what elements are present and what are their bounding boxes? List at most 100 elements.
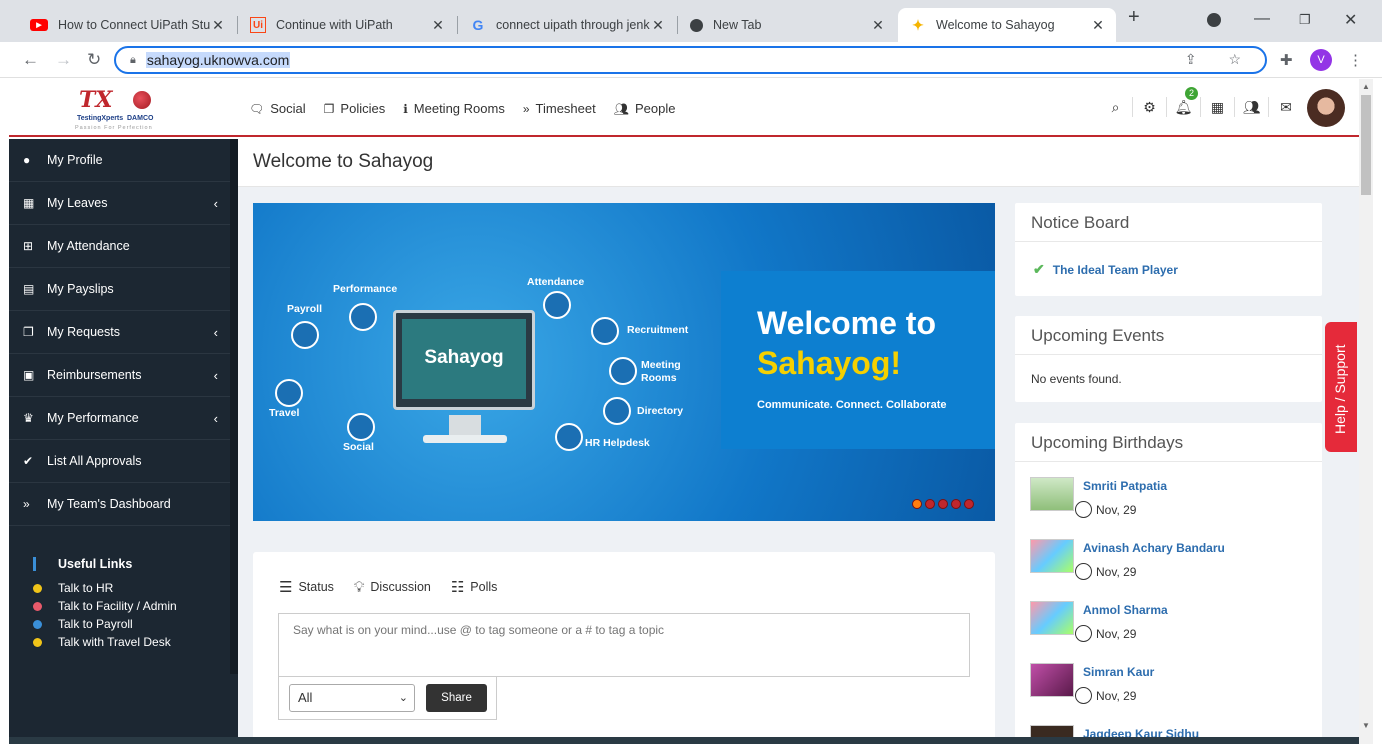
status-input[interactable] bbox=[278, 613, 970, 677]
address-bar[interactable]: 🔒︎ sahayog.uknowva.com ⇪ ☆ bbox=[114, 46, 1267, 74]
scroll-thumb[interactable] bbox=[1361, 95, 1371, 195]
users-icon: 👥︎ bbox=[613, 102, 629, 116]
top-nav: 🗨︎ Social ❐ Policies ℹ︎ Meeting Rooms » Time… bbox=[249, 101, 675, 116]
audience-value: All bbox=[298, 690, 313, 705]
notice-item[interactable]: ✔ The Ideal Team Player bbox=[1033, 261, 1178, 278]
settings-icon[interactable]: ⚙ bbox=[1133, 97, 1167, 117]
person-name[interactable]: Smriti Patpatia bbox=[1083, 479, 1167, 493]
sidebar-item-my-requests[interactable]: ❐ My Requests ‹ bbox=[9, 311, 238, 354]
useful-link-label[interactable]: Talk to HR bbox=[58, 581, 113, 595]
sidebar-item-my-performance[interactable]: ♛ My Performance ‹ bbox=[9, 397, 238, 440]
sidebar-item-my-payslips[interactable]: ▤ My Payslips bbox=[9, 268, 238, 311]
browser-tab[interactable]: ▶ How to Connect UiPath Studi ✕ bbox=[18, 8, 236, 42]
close-icon[interactable]: ✕ bbox=[210, 17, 226, 34]
node-label: Travel bbox=[269, 407, 300, 419]
browser-tab[interactable]: G connect uipath through jenki ✕ bbox=[458, 8, 676, 42]
tab-polls[interactable]: ☷ Polls bbox=[451, 578, 498, 596]
useful-link-label[interactable]: Talk to Facility / Admin bbox=[58, 599, 177, 613]
clock-icon bbox=[1075, 563, 1092, 580]
person-name[interactable]: Avinash Achary Bandaru bbox=[1083, 541, 1225, 555]
mail-icon[interactable]: ✉ bbox=[1269, 97, 1303, 117]
scroll-down-icon[interactable]: ▼ bbox=[1362, 721, 1370, 730]
nav-timesheet[interactable]: » Timesheet bbox=[523, 101, 596, 116]
sidebar-item-my-profile[interactable]: ● My Profile bbox=[9, 139, 238, 182]
forward-icon[interactable]: → bbox=[55, 50, 72, 70]
nav-people[interactable]: 👥︎ People bbox=[614, 101, 676, 116]
search-icon[interactable]: ⌕ bbox=[1099, 97, 1133, 117]
person-name[interactable]: Simran Kaur bbox=[1083, 665, 1154, 679]
new-tab-icon[interactable]: + bbox=[1128, 6, 1140, 29]
reload-icon[interactable]: ↻ bbox=[87, 50, 101, 70]
close-icon[interactable]: ✕ bbox=[430, 17, 446, 34]
extensions-icon[interactable]: ✚ bbox=[1280, 51, 1293, 69]
company-logo[interactable]: TX TestingXperts DAMCO Passion For Perfe… bbox=[75, 85, 175, 131]
close-icon[interactable]: ✕ bbox=[870, 17, 886, 34]
close-icon[interactable]: ✕ bbox=[650, 17, 666, 34]
check-icon: ✔ bbox=[23, 454, 34, 468]
money-icon: ▣ bbox=[23, 368, 35, 382]
useful-link[interactable]: Talk to Payroll bbox=[33, 615, 177, 633]
node-label: Performance bbox=[333, 283, 398, 295]
tab-status[interactable]: ☰ Status bbox=[279, 578, 334, 596]
users-icon[interactable]: 👥︎ bbox=[1235, 97, 1269, 117]
user-avatar[interactable] bbox=[1307, 89, 1345, 127]
carousel-dot[interactable] bbox=[964, 499, 974, 509]
profile-avatar[interactable]: V bbox=[1310, 49, 1332, 71]
page-title: Welcome to Sahayog bbox=[253, 151, 434, 172]
youtube-icon: ▶ bbox=[30, 19, 48, 31]
notice-label[interactable]: The Ideal Team Player bbox=[1053, 263, 1178, 277]
info-icon: ℹ︎ bbox=[403, 102, 408, 116]
close-icon[interactable]: ✕ bbox=[1090, 17, 1106, 34]
trophy-icon: ♛ bbox=[23, 411, 34, 425]
share-button[interactable]: Share bbox=[426, 684, 487, 712]
taskbar-edge bbox=[9, 737, 1359, 744]
carousel-dot[interactable] bbox=[925, 499, 935, 509]
chevron-left-icon: ‹ bbox=[213, 195, 218, 211]
url-text[interactable]: sahayog.uknowva.com bbox=[145, 52, 291, 68]
back-icon[interactable]: ← bbox=[22, 50, 39, 70]
help-support-tab[interactable]: Help / Support bbox=[1325, 322, 1357, 452]
clock-icon bbox=[1075, 687, 1092, 704]
menu-dots-icon[interactable]: ⋮ bbox=[1348, 51, 1363, 69]
social-node-icon bbox=[347, 413, 375, 441]
audience-select[interactable]: All ⌄ bbox=[289, 684, 415, 712]
clock-icon bbox=[1075, 625, 1092, 642]
sidebar-item-my-attendance[interactable]: ⊞ My Attendance bbox=[9, 225, 238, 268]
sidebar-item-list-all-approvals[interactable]: ✔ List All Approvals bbox=[9, 440, 238, 483]
nav-meeting-rooms[interactable]: ℹ︎ Meeting Rooms bbox=[403, 101, 505, 116]
person-name[interactable]: Anmol Sharma bbox=[1083, 603, 1168, 617]
carousel-dot[interactable] bbox=[912, 499, 922, 509]
tab-search-icon[interactable] bbox=[1207, 13, 1221, 27]
share-icon[interactable]: ⇪ ☆ bbox=[1185, 51, 1255, 68]
useful-link-label[interactable]: Talk with Travel Desk bbox=[58, 635, 171, 649]
tab-discussion[interactable]: 💡︎ Discussion bbox=[354, 578, 431, 596]
welcome-banner[interactable]: Sahayog Performance Payroll Attendance R… bbox=[253, 203, 995, 521]
useful-link[interactable]: Talk to HR bbox=[33, 579, 177, 597]
dot-icon bbox=[33, 601, 42, 611]
useful-link[interactable]: Talk with Travel Desk bbox=[33, 633, 177, 651]
nav-policies[interactable]: ❐ Policies bbox=[324, 101, 386, 116]
browser-tab[interactable]: Ui Continue with UiPath ✕ bbox=[238, 8, 456, 42]
sidebar-item-reimbursements[interactable]: ▣ Reimbursements ‹ bbox=[9, 354, 238, 397]
browser-tab-active[interactable]: ✦ Welcome to Sahayog ✕ bbox=[898, 8, 1116, 42]
node-label: Payroll bbox=[287, 303, 323, 315]
bell-icon[interactable]: 🔔︎ 2 bbox=[1167, 87, 1201, 117]
calendar-icon[interactable]: ▦ bbox=[1201, 97, 1235, 117]
sidebar-item-my-leaves[interactable]: ▦ My Leaves ‹ bbox=[9, 182, 238, 225]
scroll-up-icon[interactable]: ▲ bbox=[1362, 82, 1370, 91]
sidebar-scrollbar[interactable] bbox=[230, 139, 238, 674]
minimize-icon[interactable]: — bbox=[1254, 10, 1270, 28]
useful-link[interactable]: Talk to Facility / Admin bbox=[33, 597, 177, 615]
carousel-dot[interactable] bbox=[951, 499, 961, 509]
nav-social[interactable]: 🗨︎ Social bbox=[249, 101, 306, 116]
carousel-dot[interactable] bbox=[938, 499, 948, 509]
close-window-icon[interactable]: ✕ bbox=[1344, 10, 1357, 30]
browser-tab[interactable]: New Tab ✕ bbox=[678, 8, 896, 42]
sidebar-item-team-dashboard[interactable]: » My Team's Dashboard bbox=[9, 483, 238, 526]
dot-icon bbox=[33, 583, 42, 593]
nav-label: Policies bbox=[340, 101, 386, 116]
avatar bbox=[1030, 601, 1074, 635]
useful-link-label[interactable]: Talk to Payroll bbox=[58, 617, 133, 631]
page-scrollbar[interactable]: ▲ ▼ bbox=[1359, 79, 1373, 744]
restore-icon[interactable]: ❐ bbox=[1299, 12, 1311, 28]
